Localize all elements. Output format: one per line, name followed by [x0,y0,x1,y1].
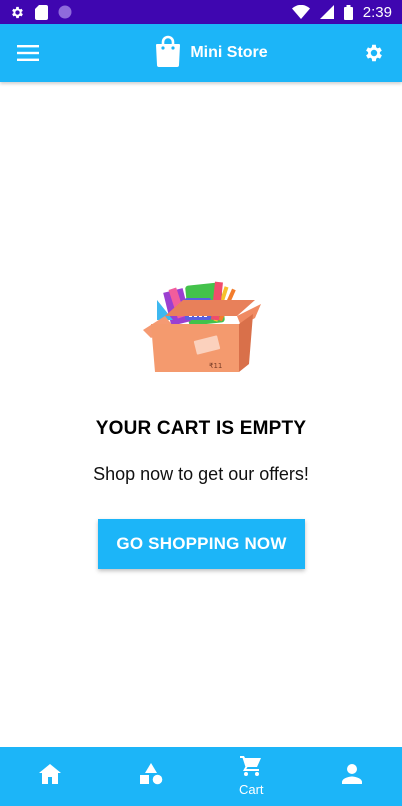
empty-cart-view: ₹11 YOUR CART IS EMPTY Shop now to get o… [0,82,402,747]
nav-item-categories[interactable] [101,747,202,806]
nav-item-profile[interactable] [302,747,402,806]
home-icon [39,764,62,789]
box-of-supplies-icon: ₹11 [143,280,261,372]
nav-label-cart: Cart [238,782,264,797]
status-time: 2:39 [362,3,392,21]
status-bar-left [10,4,72,20]
status-bar-right: 2:39 [291,3,392,21]
svg-text:₹11: ₹11 [209,362,222,370]
app-title: Mini Store [190,44,268,61]
app-brand: Mini Store [154,35,268,72]
cellular-signal-icon [319,5,334,19]
sd-card-icon [35,4,48,20]
shopping-bag-icon [154,35,182,72]
app-bar: Mini Store [0,24,402,82]
gear-icon [10,5,25,20]
person-icon [341,764,362,789]
settings-gear-icon[interactable] [360,39,388,67]
hamburger-menu-icon[interactable] [14,39,42,67]
battery-icon [343,4,353,20]
go-shopping-button[interactable]: GO SHOPPING NOW [98,519,305,569]
nav-item-home[interactable] [0,747,101,806]
nav-item-cart[interactable]: Cart [201,747,302,806]
empty-cart-title: YOUR CART IS EMPTY [95,418,307,439]
circle-dot-icon [58,5,72,19]
categories-icon [139,763,163,790]
wifi-icon [291,5,310,19]
bottom-nav: Cart [0,747,402,806]
empty-cart-subtitle: Shop now to get our offers! [93,464,309,484]
status-bar: 2:39 [0,0,402,24]
cart-icon [240,756,262,781]
